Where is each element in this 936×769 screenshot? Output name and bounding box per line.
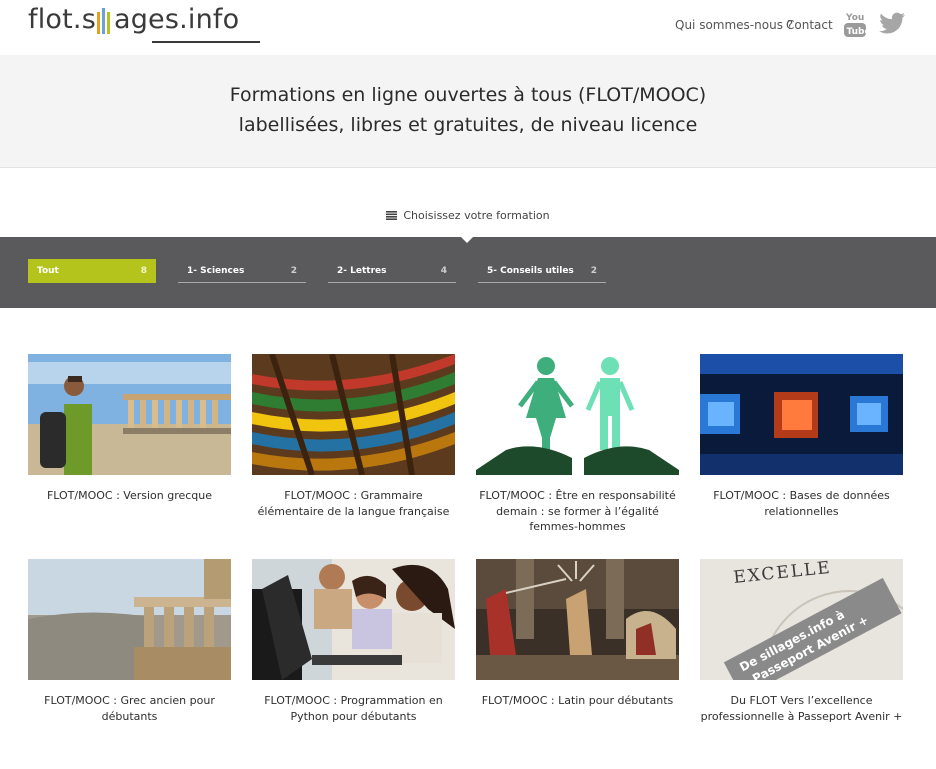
filter-tab-tout[interactable]: Tout 8 [28, 259, 156, 283]
filter-bar: Tout 8 1- Sciences 2 2- Lettres 4 5- Con… [0, 236, 936, 308]
svg-text:Tube: Tube [847, 27, 868, 37]
hero-title-line2: labellisées, libres et gratuites, de niv… [238, 114, 698, 136]
course-title[interactable]: FLOT/MOOC : Programmation en Python pour… [252, 693, 455, 724]
filter-tab-lettres[interactable]: 2- Lettres 4 [328, 259, 456, 283]
chooser-label: Choisissez votre formation [403, 209, 550, 222]
menu-icon [386, 211, 398, 220]
course-card-passeport-avenir[interactable]: EXCELLE De sillages.info à Passeport Ave… [700, 559, 903, 724]
svg-text:You: You [845, 13, 864, 23]
logo-underline [152, 41, 260, 43]
nav-contact-link[interactable]: Contact [786, 18, 833, 32]
course-title[interactable]: FLOT/MOOC : Grammaire élémentaire de la … [252, 488, 455, 519]
course-card-grammaire[interactable]: FLOT/MOOC : Grammaire élémentaire de la … [252, 354, 455, 519]
course-card-egalite[interactable]: FLOT/MOOC : Être en responsabilité demai… [476, 354, 679, 535]
logo-text-prefix: flot.s [28, 4, 96, 35]
filter-count: 4 [440, 266, 447, 276]
course-title[interactable]: FLOT/MOOC : Version grecque [28, 488, 231, 504]
filter-tab-conseils-utiles[interactable]: 5- Conseils utiles 2 [478, 259, 606, 283]
logo-text-suffix: ages.info [113, 4, 240, 35]
course-card-latin[interactable]: FLOT/MOOC : Latin pour débutants [476, 559, 679, 709]
filter-count: 8 [140, 266, 147, 276]
filter-label: 1- Sciences [187, 266, 245, 276]
filter-label: 2- Lettres [337, 266, 387, 276]
course-card-python[interactable]: FLOT/MOOC : Programmation en Python pour… [252, 559, 455, 724]
twitter-icon[interactable] [878, 12, 906, 36]
filter-count: 2 [290, 266, 297, 276]
course-thumbnail[interactable] [476, 354, 679, 475]
course-thumbnail[interactable]: EXCELLE De sillages.info à Passeport Ave… [700, 559, 903, 680]
course-title[interactable]: FLOT/MOOC : Être en responsabilité demai… [476, 488, 679, 535]
course-thumbnail[interactable] [252, 354, 455, 475]
course-card-grec-ancien[interactable]: FLOT/MOOC : Grec ancien pour débutants [28, 559, 231, 724]
top-header: flot.s ages.info Qui sommes-nous ? Contac… [0, 0, 936, 55]
youtube-icon[interactable]: You Tube [843, 10, 867, 38]
course-thumbnail[interactable] [252, 559, 455, 680]
course-title[interactable]: FLOT/MOOC : Bases de données relationnel… [700, 488, 903, 519]
course-title[interactable]: Du FLOT Vers l’excellence professionnell… [700, 693, 903, 724]
course-thumbnail[interactable] [476, 559, 679, 680]
course-card-bases-de-donnees[interactable]: FLOT/MOOC : Bases de données relationnel… [700, 354, 903, 519]
filter-count: 2 [590, 266, 597, 276]
course-thumbnail[interactable] [28, 354, 231, 475]
site-logo[interactable]: flot.s ages.info [28, 4, 260, 43]
course-title[interactable]: FLOT/MOOC : Latin pour débutants [476, 693, 679, 709]
filter-label: 5- Conseils utiles [487, 266, 574, 276]
nav-about-link[interactable]: Qui sommes-nous ? [675, 18, 793, 32]
course-card-version-grecque[interactable]: FLOT/MOOC : Version grecque [28, 354, 231, 504]
course-thumbnail[interactable] [700, 354, 903, 475]
logo-bars-icon [96, 4, 114, 34]
filter-bar-notch [460, 236, 474, 243]
hero-title-line1: Formations en ligne ouvertes à tous (FLO… [229, 84, 707, 106]
hero-banner: Formations en ligne ouvertes à tous (FLO… [0, 55, 936, 168]
course-thumbnail[interactable] [28, 559, 231, 680]
formation-chooser[interactable]: Choisissez votre formation [0, 209, 936, 222]
course-title[interactable]: FLOT/MOOC : Grec ancien pour débutants [28, 693, 231, 724]
filter-tab-sciences[interactable]: 1- Sciences 2 [178, 259, 306, 283]
filter-label: Tout [37, 266, 59, 276]
